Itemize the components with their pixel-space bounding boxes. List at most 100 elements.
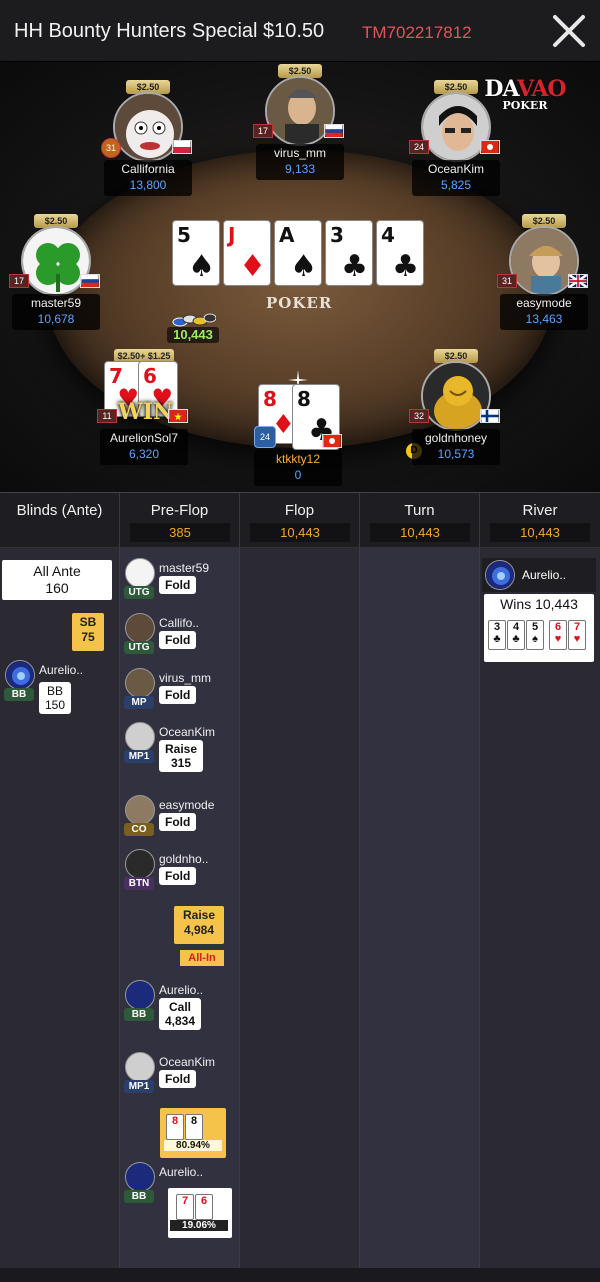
avatar: [125, 795, 155, 825]
column-river: Aurelio.. Wins 10,443 3 ♣4 ♣5 ♠6 ♥7 ♥: [480, 548, 600, 1268]
player-stack: 13,463: [525, 312, 563, 326]
player-stack: 9,133: [284, 162, 316, 176]
flag-vietnam-icon: [168, 409, 188, 423]
hero-raise-box: Raise 4,984: [174, 906, 224, 944]
river-card: 3 ♣: [488, 620, 506, 650]
flag-poland-icon: [172, 140, 192, 154]
villain-showdown: 76 19.06%: [168, 1188, 232, 1238]
player-name: goldnho..: [159, 852, 209, 866]
preflop-action: Aurelio.. BB Call 4,834: [120, 980, 240, 1030]
seat-hero-ktkkty12[interactable]: 8 ♦ 8 ♣ 24 ktkkty12 0: [248, 370, 348, 490]
footer-bar: [0, 1268, 600, 1282]
street-flop[interactable]: Flop 10,443: [240, 493, 360, 549]
player-stack: 10,573: [437, 447, 475, 461]
player-name: OceanKim: [159, 1055, 216, 1069]
win-badge: WIN: [118, 399, 174, 425]
street-pot: 10,443: [490, 523, 590, 542]
action-box: Call 4,834: [159, 998, 202, 1030]
position-badge: MP: [124, 696, 154, 709]
hand-id: TM702217812: [362, 23, 472, 42]
avatar: [125, 849, 155, 879]
level-badge: 17: [9, 274, 29, 288]
preflop-action: master59 UTG Fold: [120, 558, 240, 608]
street-preflop[interactable]: Pre-Flop 385: [120, 493, 240, 549]
board-card: A ♠: [274, 220, 322, 286]
avatar: [125, 613, 155, 643]
flag-russia-icon: [324, 124, 344, 138]
sb-box: SB 75: [72, 613, 104, 651]
street-blinds[interactable]: Blinds (Ante): [0, 493, 120, 549]
preflop-action: goldnho.. BTN Fold: [120, 849, 240, 899]
flag-hong-kong-icon: [322, 434, 342, 448]
street-pot: 385: [130, 523, 230, 542]
position-badge: BTN: [124, 877, 154, 890]
ante-box: All Ante 160: [2, 560, 112, 600]
column-blinds: All Ante 160 SB 75 Aurelio.. BB BB 150: [0, 548, 120, 1268]
level-badge: 11: [97, 409, 117, 423]
river-card: 5 ♠: [526, 620, 544, 650]
position-badge: MP1: [124, 1080, 154, 1093]
poker-table: DAVAO POKER $2.50 31 Callifornia 13,800 $…: [0, 62, 600, 492]
action-box: Fold: [159, 867, 197, 885]
seat-virus-mm[interactable]: $2.50 17 virus_mm 9,133: [250, 64, 350, 184]
flag-uk-icon: [568, 274, 588, 288]
player-name: virus_mm: [159, 671, 212, 685]
action-box: Fold: [159, 813, 197, 831]
player-name: Aurelio..: [159, 983, 204, 997]
tournament-title: HH Bounty Hunters Special $10.50: [14, 20, 325, 42]
seat-goldnhoney[interactable]: $2.50 32 D goldnhoney10,573: [406, 349, 506, 469]
flag-russia-icon: [80, 274, 100, 288]
player-name: OceanKim: [159, 725, 216, 739]
close-icon[interactable]: [550, 12, 588, 50]
player-name: easymode: [516, 296, 572, 310]
preflop-action: OceanKim MP1 Fold: [120, 1052, 240, 1102]
action-box: Fold: [159, 1070, 197, 1088]
player-name: AurelionSol7: [109, 431, 179, 445]
player-stack: 0: [294, 468, 302, 482]
river-wins-box: Wins 10,443 3 ♣4 ♣5 ♠6 ♥7 ♥: [484, 594, 594, 662]
column-preflop: master59 UTG Fold Callifo.. UTG Fold virus_mm M…: [120, 548, 240, 1268]
avatar: [5, 660, 35, 690]
player-name: master59: [159, 561, 210, 575]
seat-oceankim[interactable]: $2.50 24 OceanKim 5,825: [406, 80, 506, 200]
player-name: Callifo..: [159, 616, 200, 630]
action-box: Fold: [159, 686, 197, 704]
player-name: Aurelio..: [159, 1165, 204, 1179]
river-card: 7 ♥: [568, 620, 586, 650]
player-name: ktkkty12: [275, 452, 320, 466]
level-badge: 32: [409, 409, 429, 423]
flag-hong-kong-icon: [480, 140, 500, 154]
river-card: 4 ♣: [507, 620, 525, 650]
preflop-action: easymode CO Fold: [120, 795, 240, 845]
seat-easymode[interactable]: $2.50 31 easymode 13,463: [494, 214, 594, 334]
river-winner-header: Aurelio..: [482, 558, 596, 592]
street-river[interactable]: River 10,443: [480, 493, 600, 549]
pot-amount: 10,443: [167, 327, 219, 343]
avatar: [125, 980, 155, 1010]
avatar: [125, 1052, 155, 1082]
seat-master59[interactable]: $2.50 17 master59 10,678: [6, 214, 106, 334]
river-card: 6 ♥: [549, 620, 567, 650]
level-badge: 24: [409, 140, 429, 154]
level-badge: 31: [101, 138, 121, 158]
hand-history: All Ante 160 SB 75 Aurelio.. BB BB 150 mast…: [0, 548, 600, 1268]
position-badge: CO: [124, 823, 154, 836]
position-badge: UTG: [124, 641, 154, 654]
player-stack: 6,320: [128, 447, 160, 461]
board-card: J ♦: [223, 220, 271, 286]
street-turn[interactable]: Turn 10,443: [360, 493, 480, 549]
player-name: goldnhoney: [424, 431, 488, 445]
player-stack: 5,825: [440, 178, 472, 192]
chip-stack-icon: [172, 313, 216, 327]
street-headers: Blinds (Ante) Pre-Flop 385 Flop 10,443 T…: [0, 492, 600, 549]
avatar: [125, 668, 155, 698]
seat-aurelionsol7[interactable]: $2.50+ $1.25 7 ♥ 6 ♥ WIN 11 AurelionSol7…: [94, 349, 194, 469]
board-card: 3 ♣: [325, 220, 373, 286]
player-name: virus_mm: [273, 146, 326, 160]
avatar: [125, 1162, 155, 1192]
seat-callifornia[interactable]: $2.50 31 Callifornia 13,800: [98, 80, 198, 200]
board-card: 4 ♣: [376, 220, 424, 286]
action-box: Fold: [159, 631, 197, 649]
level-badge: 17: [253, 124, 273, 138]
action-box: Raise 315: [159, 740, 204, 772]
